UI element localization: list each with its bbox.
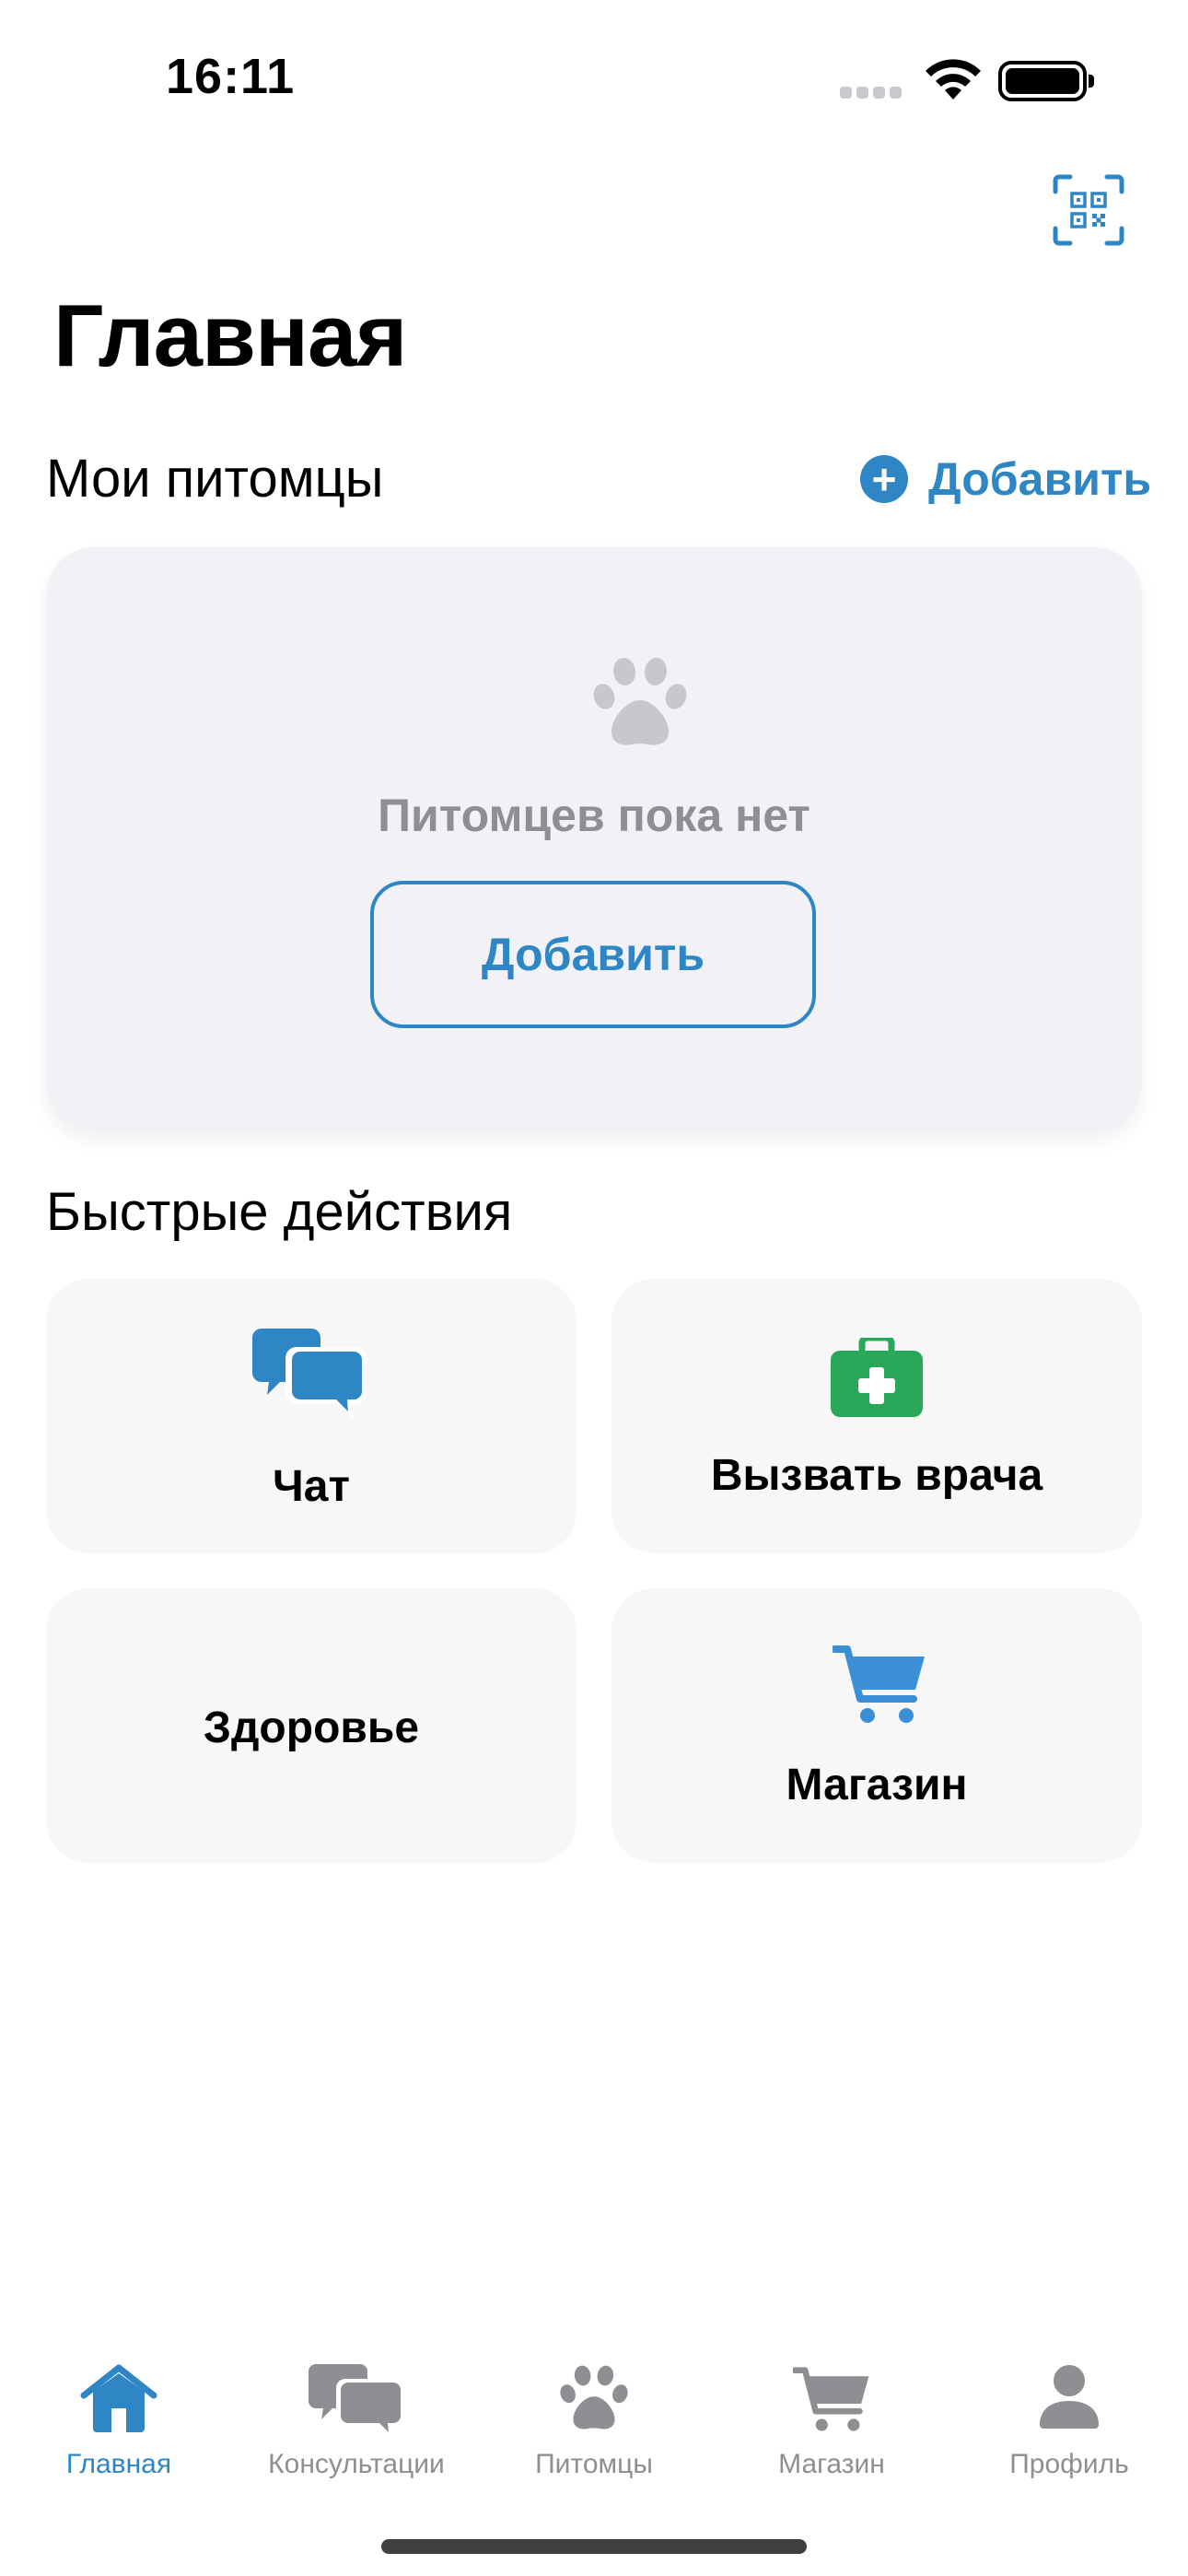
quick-action-label: Здоровье <box>203 1704 420 1752</box>
medkit-icon <box>831 1338 923 1417</box>
add-pet-button[interactable]: Добавить <box>370 881 816 1028</box>
battery-icon <box>998 61 1094 101</box>
house-icon <box>80 2364 157 2432</box>
tab-label: Магазин <box>778 2449 885 2479</box>
quick-action-health[interactable]: Здоровье <box>46 1588 577 1863</box>
tab-home[interactable]: Главная <box>0 2340 238 2506</box>
qr-code-scan-icon[interactable] <box>1052 173 1125 247</box>
home-indicator[interactable] <box>381 2539 807 2554</box>
status-time: 16:11 <box>166 49 296 104</box>
tab-label: Профиль <box>1009 2449 1129 2479</box>
status-bar: 16:11 <box>0 0 1188 157</box>
page-title: Главная <box>53 287 407 385</box>
quick-action-label: Чат <box>273 1462 350 1511</box>
wifi-icon <box>926 59 981 100</box>
tab-label: Питомцы <box>535 2449 653 2479</box>
tab-label: Консультации <box>268 2449 445 2479</box>
tab-shop[interactable]: Магазин <box>713 2340 950 2506</box>
quick-actions-title: Быстрые действия <box>46 1182 513 1242</box>
chat-bubbles-icon <box>309 2364 404 2438</box>
tab-label: Главная <box>65 2449 172 2479</box>
add-pet-link-label: Добавить <box>928 453 1152 505</box>
pets-empty-card: Питомцев пока нет Добавить <box>46 547 1142 1131</box>
tab-profile[interactable]: Профиль <box>950 2340 1188 2506</box>
quick-action-chat[interactable]: Чат <box>46 1279 577 1553</box>
shopping-cart-icon <box>833 1645 925 1723</box>
paw-icon <box>560 2365 628 2430</box>
add-pet-link[interactable]: + Добавить <box>860 450 1151 509</box>
empty-pets-text: Питомцев пока нет <box>378 790 810 841</box>
chat-bubbles-icon <box>252 1329 367 1419</box>
shopping-cart-icon <box>793 2367 869 2431</box>
cellular-signal-icon <box>840 87 906 101</box>
person-icon <box>1040 2365 1099 2429</box>
quick-action-shop[interactable]: Магазин <box>611 1588 1142 1863</box>
quick-action-call-doctor[interactable]: Вызвать врача <box>611 1279 1142 1553</box>
quick-action-label: Магазин <box>786 1761 968 1809</box>
plus-circle-icon: + <box>860 455 908 503</box>
paw-icon <box>593 658 687 745</box>
tab-pets[interactable]: Питомцы <box>475 2340 713 2506</box>
tab-consultations[interactable]: Консультации <box>238 2340 475 2506</box>
quick-action-label: Вызвать врача <box>710 1451 1043 1500</box>
pets-section-title: Мои питомцы <box>46 449 384 509</box>
